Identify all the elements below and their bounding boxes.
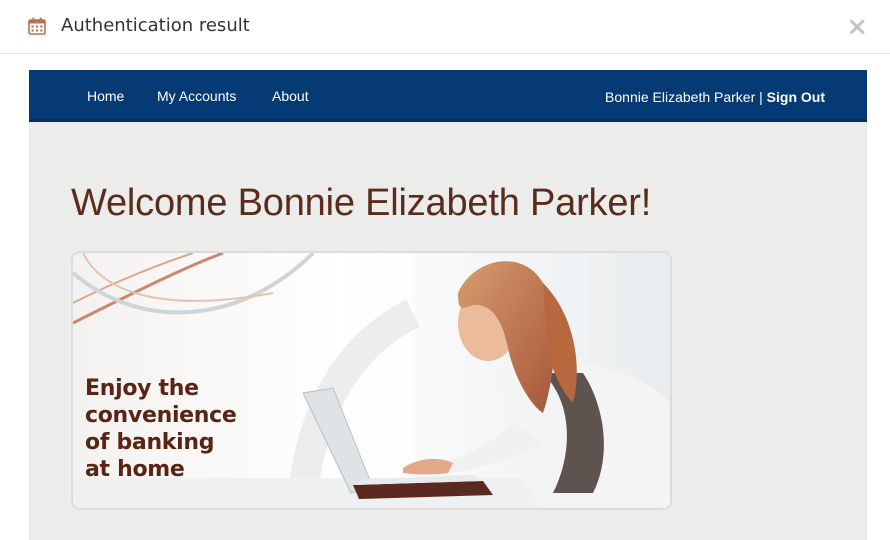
welcome-heading: Welcome Bonnie Elizabeth Parker! [71,182,652,224]
banner-line: at home [85,457,185,482]
nav-separator: | [759,89,763,105]
promo-banner: Enjoy the convenience of banking at home [71,251,672,510]
embedded-page: Home My Accounts About Bonnie Elizabeth … [29,70,867,540]
close-button[interactable]: × [846,14,868,40]
modal-title: Authentication result [61,15,250,36]
calendar-icon [27,16,47,36]
nav-link-about[interactable]: About [272,88,309,104]
banner-line: of banking [85,430,215,455]
nav-link-my-accounts[interactable]: My Accounts [157,88,236,104]
modal-header: Authentication result × [0,0,890,54]
nav-link-home[interactable]: Home [87,88,124,104]
sign-out-link[interactable]: Sign Out [767,89,825,105]
banner-line: Enjoy the [85,376,199,401]
user-name: Bonnie Elizabeth Parker [605,89,756,105]
nav-user-area: Bonnie Elizabeth Parker | Sign Out [605,89,825,105]
banner-tagline: Enjoy the convenience of banking at home [85,375,237,483]
navbar: Home My Accounts About Bonnie Elizabeth … [29,70,867,122]
banner-line: convenience [85,403,237,428]
